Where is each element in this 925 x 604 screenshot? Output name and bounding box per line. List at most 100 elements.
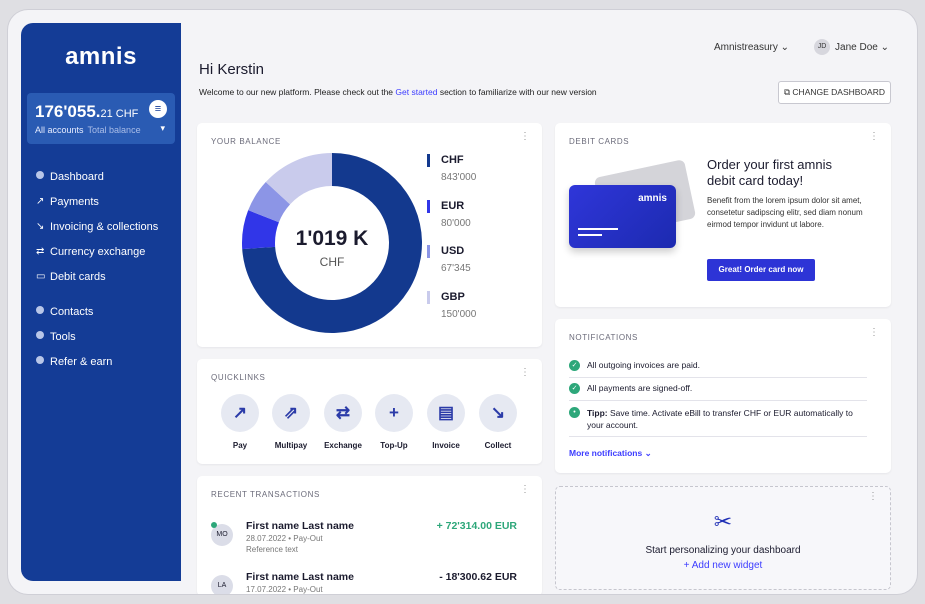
- avatar[interactable]: JD: [814, 39, 831, 55]
- sidebar-item-label: Debit cards: [50, 270, 106, 283]
- sidebar-item-label: Tools: [50, 330, 76, 343]
- legend-item-eur: EUR 80'000: [427, 200, 471, 229]
- legend-value: 80'000: [441, 218, 471, 229]
- legend-swatch: [427, 291, 430, 304]
- card-title: QUICKLINKS: [211, 373, 266, 382]
- balance-sublabel: Total balance: [87, 125, 141, 135]
- balance-card: YOUR BALANCE ⋮ 1'019 K CHF CHF 843'000 EU…: [197, 123, 542, 347]
- table-row[interactable]: LA First name Last name 17.07.2022 • Pay…: [211, 571, 517, 594]
- card-title: NOTIFICATIONS: [569, 333, 638, 342]
- sidebar-nav: Dashboard ↗ Payments ↘ Invoicing & collect…: [21, 164, 181, 374]
- legend-item-chf: CHF 843'000: [427, 154, 476, 183]
- quicklink-exchange[interactable]: ⇄ Exchange: [318, 394, 368, 450]
- sidebar-item-currency-exchange[interactable]: ⇄ Currency exchange: [21, 239, 181, 264]
- exchange-icon: ⇄: [36, 246, 45, 257]
- account-name: Amnistreasury: [713, 41, 778, 53]
- table-row[interactable]: MO First name Last name 28.07.2022 • Pay…: [211, 520, 517, 554]
- sidebar-item-debit-cards[interactable]: ▭ Debit cards: [21, 264, 181, 289]
- add-widget-link[interactable]: + Add new widget: [556, 560, 890, 571]
- sidebar-item-label: Dashboard: [50, 170, 104, 183]
- quicklink-collect[interactable]: ↘ Collect: [473, 394, 523, 450]
- status-dot: [211, 522, 217, 528]
- quicklink-label: Top-Up: [380, 441, 408, 450]
- more-options-icon[interactable]: ⋮: [869, 328, 879, 338]
- sidebar-item-label: Currency exchange: [50, 245, 146, 258]
- sidebar-item-invoicing[interactable]: ↘ Invoicing & collections: [21, 214, 181, 239]
- sidebar-item-label: Payments: [50, 195, 99, 208]
- card-icon: ▭: [36, 271, 46, 282]
- quicklinks-card: QUICKLINKS ⋮ ↗ Pay ⇗ Multipay ⇄ Exchange + T…: [197, 359, 542, 464]
- legend-name: GBP: [441, 291, 465, 303]
- welcome-post: section to familiarize with our new vers…: [437, 87, 597, 97]
- total-balance-amount: 176'055.21 CHF: [35, 102, 167, 122]
- account-switcher[interactable]: Amnistreasury ⌄: [714, 42, 789, 53]
- notifications-card: NOTIFICATIONS ⋮ ✓ All outgoing invoices a…: [555, 319, 891, 473]
- lightbulb-icon: •: [569, 407, 580, 418]
- nav-spacer: [21, 289, 181, 299]
- chevron-down-icon[interactable]: ▾: [160, 123, 165, 134]
- debit-card-illustration: amnis: [569, 185, 676, 248]
- plus-icon: +: [375, 394, 413, 432]
- layers-icon: ⧉: [783, 87, 791, 97]
- sidebar-item-tools[interactable]: Tools: [21, 324, 181, 349]
- more-options-icon[interactable]: ⋮: [869, 132, 879, 142]
- balance-main: 176'055.: [35, 102, 101, 121]
- check-icon: ✓: [569, 383, 580, 394]
- more-notifications-link[interactable]: More notifications ⌄: [569, 448, 652, 459]
- change-dashboard-label: CHANGE DASHBOARD: [792, 87, 885, 97]
- arrow-down-right-icon: ↘: [36, 221, 45, 232]
- legend-swatch: [427, 245, 430, 258]
- card-stripe: [578, 234, 602, 236]
- more-options-icon[interactable]: ⋮: [520, 485, 530, 495]
- page-title: Hi Kerstin: [199, 61, 265, 78]
- user-menu[interactable]: Jane Doe ⌄: [835, 42, 889, 53]
- check-icon: ✓: [569, 360, 580, 371]
- quicklink-label: Exchange: [324, 441, 362, 450]
- card-title: DEBIT CARDS: [569, 137, 630, 146]
- total-balance-selector[interactable]: 176'055.21 CHF All accounts Total balance…: [27, 93, 175, 144]
- card-stripe: [578, 228, 618, 230]
- chevron-down-icon: ⌄: [880, 41, 889, 53]
- quicklink-top-up[interactable]: + Top-Up: [369, 394, 419, 450]
- divider: [569, 377, 867, 378]
- get-started-link[interactable]: Get started: [395, 87, 437, 97]
- notification-item: ✓ All payments are signed-off.: [569, 383, 867, 394]
- donut-center: 1'019 K CHF: [255, 227, 409, 269]
- sidebar-item-dashboard[interactable]: Dashboard: [21, 164, 181, 189]
- sidebar-item-refer-earn[interactable]: Refer & earn: [21, 349, 181, 374]
- tip-label: Tipp:: [587, 408, 608, 418]
- welcome-text: Welcome to our new platform. Please chec…: [199, 87, 597, 97]
- transactions-card: RECENT TRANSACTIONS ⋮ MO First name Last…: [197, 476, 542, 594]
- topbar: Amnistreasury ⌄ JD Jane Doe ⌄: [714, 39, 889, 55]
- quicklink-pay[interactable]: ↗ Pay: [215, 394, 265, 450]
- sidebar-item-label: Invoicing & collections: [50, 220, 159, 233]
- quicklink-invoice[interactable]: ▤ Invoice: [421, 394, 471, 450]
- legend-value: 150'000: [441, 309, 477, 320]
- quicklink-multipay[interactable]: ⇗ Multipay: [266, 394, 316, 450]
- divider: [569, 400, 867, 401]
- dot-icon: [36, 306, 50, 317]
- add-widget-placeholder: ⋮ ✂ Start personalizing your dashboard +…: [555, 486, 891, 590]
- legend-name: EUR: [441, 200, 465, 212]
- change-dashboard-button[interactable]: ⧉ CHANGE DASHBOARD: [777, 81, 891, 104]
- legend-item-gbp: GBP 150'000: [427, 291, 477, 320]
- transaction-date: 17.07.2022 • Pay-Out: [246, 585, 323, 594]
- sidebar-item-payments[interactable]: ↗ Payments: [21, 189, 181, 214]
- notification-tip: • Tipp: Save time. Activate eBill to tran…: [569, 407, 867, 431]
- sidebar-item-contacts[interactable]: Contacts: [21, 299, 181, 324]
- invoice-icon: ▤: [427, 394, 465, 432]
- amnis-logo[interactable]: amnis: [21, 43, 181, 71]
- tools-icon: ✂: [713, 509, 733, 534]
- sidebar-item-label: Contacts: [50, 305, 94, 318]
- notification-text: All payments are signed-off.: [587, 383, 693, 393]
- legend-name: USD: [441, 245, 465, 257]
- divider: [569, 436, 867, 437]
- order-card-button[interactable]: Great! Order card now: [707, 259, 815, 281]
- user-name: Jane Doe: [835, 41, 878, 53]
- app-window: amnis 176'055.21 CHF All accounts Total b…: [8, 10, 917, 594]
- more-options-icon[interactable]: ⋮: [520, 368, 530, 378]
- more-options-icon[interactable]: ⋮: [868, 492, 878, 502]
- debit-cards-card: DEBIT CARDS ⋮ amnis Order your first amn…: [555, 123, 891, 307]
- welcome-pre: Welcome to our new platform. Please chec…: [199, 87, 396, 97]
- notification-text: All outgoing invoices are paid.: [587, 360, 700, 370]
